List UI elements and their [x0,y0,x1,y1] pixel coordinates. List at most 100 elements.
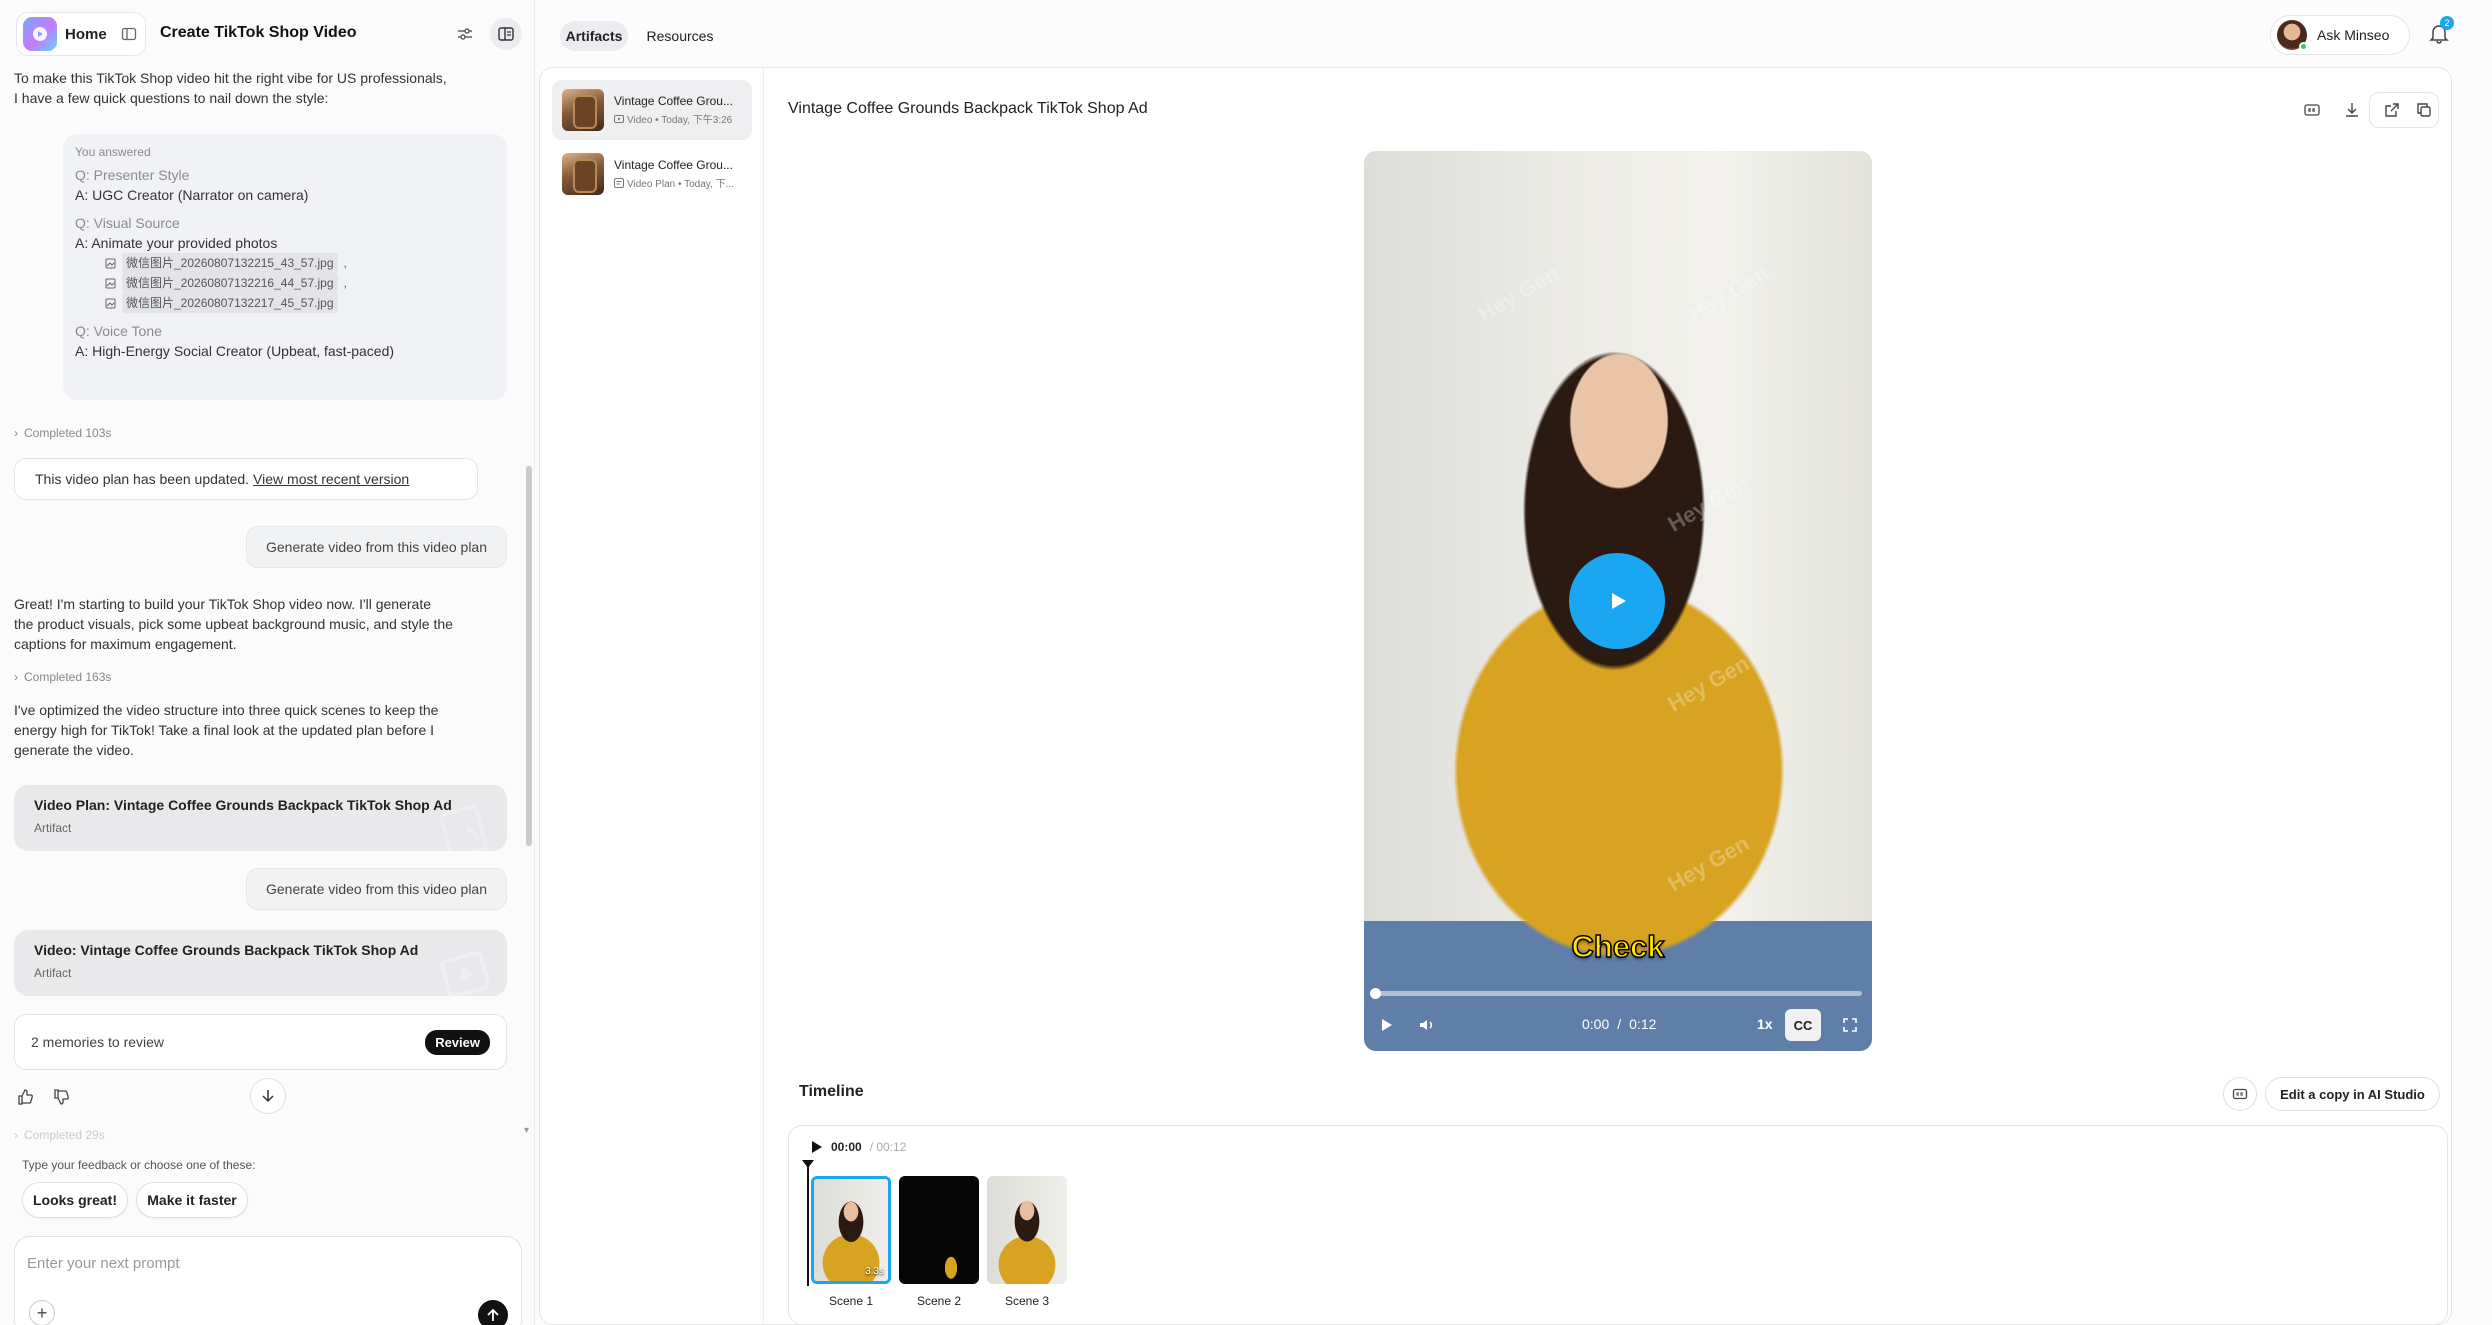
thumbs-up-icon[interactable] [16,1088,34,1106]
question-1: Q: Presenter Style [75,167,190,183]
fullscreen-icon[interactable] [1842,1017,1858,1033]
small-play-icon[interactable] [1380,1017,1394,1033]
user-message: Generate video from this video plan [246,526,507,568]
progress-knob[interactable] [1370,988,1381,999]
backpack-thumbnail [562,153,604,195]
ask-user-button[interactable]: Ask Minseo [2270,15,2410,55]
artifact-title: Vintage Coffee Grounds Backpack TikTok S… [788,100,1148,117]
scroll-down-button[interactable] [250,1078,286,1114]
artifact-card-video-plan[interactable]: Video Plan: Vintage Coffee Grounds Backp… [14,785,507,851]
sidebar-toggle-icon[interactable] [121,26,137,42]
scene-thumbnail[interactable]: 3.3s [811,1176,891,1284]
captions-toggle-icon[interactable] [2296,94,2328,126]
ask-label: Ask Minseo [2317,27,2390,43]
image-file-icon [105,258,116,269]
panel-layout-icon[interactable] [490,18,522,50]
scene-label: Scene 2 [916,1294,962,1308]
image-file-icon [105,298,116,309]
prompt-input[interactable] [27,1255,467,1272]
user-message: Generate video from this video plan [246,868,507,910]
scene-thumbnail[interactable] [899,1176,979,1284]
view-recent-version-link[interactable]: View most recent version [253,471,409,487]
timeline-total-time: / 00:12 [869,1140,907,1154]
artifact-list-item[interactable]: Vintage Coffee Grou... Video Plan • Toda… [552,144,752,204]
video-controls: 0:00 / 0:12 1x CC [1364,1001,1872,1051]
avatar [2277,20,2308,51]
current-time: 0:00 [1582,1016,1610,1032]
assistant-reply: Great! I'm starting to build your TikTok… [14,596,453,652]
artifact-item-meta: Video Plan • Today, 下... [627,179,734,190]
play-icon [1603,587,1631,615]
file-name: 微信图片_20260807132216_44_57.jpg [122,273,338,293]
scene-label: Scene 3 [1004,1294,1050,1308]
thumbs-down-icon[interactable] [52,1088,70,1106]
play-button[interactable] [1569,553,1665,649]
home-label: Home [65,25,107,43]
scene-image [899,1176,979,1284]
review-button[interactable]: Review [425,1029,490,1055]
artifact-card-video[interactable]: Video: Vintage Coffee Grounds Backpack T… [14,930,507,996]
completed-toggle[interactable]: › Completed 103s [14,426,111,440]
video-plan-icon [614,177,624,188]
completed-label: Completed 163s [24,670,112,684]
chevron-right-icon: › [14,1128,18,1142]
file-name: 微信图片_20260807132217_45_57.jpg [122,293,338,313]
edit-in-ai-studio-button[interactable]: Edit a copy in AI Studio [2265,1077,2440,1111]
file-name: 微信图片_20260807132215_43_57.jpg [122,253,338,273]
chat-scrollbar[interactable] [526,466,532,846]
file-separator: , [343,256,347,270]
answer-1: A: UGC Creator (Narrator on camera) [75,187,309,203]
file-item[interactable]: 微信图片_20260807132217_45_57.jpg [75,293,495,313]
open-external-icon[interactable] [2376,94,2408,126]
chat-panel: Home Create TikTok Shop Video To make th… [0,0,535,1325]
timeline-play-icon[interactable] [811,1140,823,1154]
answers-header: You answered [75,145,151,159]
video-watermark: Hey Gen [1663,830,1754,897]
answer-2: A: Animate your provided photos [75,235,278,251]
tab-resources[interactable]: Resources [640,21,720,51]
closed-captions-button[interactable]: CC [1785,1009,1821,1041]
artifact-title: Video Plan: Vintage Coffee Grounds Backp… [34,797,452,813]
answer-3: A: High-Energy Social Creator (Upbeat, f… [75,343,395,359]
arrow-down-icon [261,1089,275,1103]
assistant-reply: I've optimized the video structure into … [14,702,439,758]
file-item[interactable]: 微信图片_20260807132215_43_57.jpg , [75,253,495,273]
add-attachment-icon[interactable]: + [29,1300,55,1325]
artifact-list: Vintage Coffee Grou... Video • Today, 下午… [540,68,764,1324]
video-icon [614,114,624,124]
assistant-intro: To make this TikTok Shop video hit the r… [14,70,447,106]
image-file-icon [105,278,116,289]
scene-duration: 3.3s [865,1266,884,1277]
video-player[interactable]: Hey Gen Hey Gen Hey Gen Hey Gen Hey Gen … [1364,151,1872,1051]
make-it-faster-chip[interactable]: Make it faster [136,1182,248,1218]
subtitles-button[interactable] [2223,1077,2257,1111]
app-logo-icon [23,17,57,51]
scroll-down-arrow-icon[interactable]: ▾ [524,1125,529,1136]
playback-speed[interactable]: 1x [1757,1016,1773,1032]
send-button[interactable] [478,1300,508,1325]
question-2: Q: Visual Source [75,215,180,231]
timeline-playhead[interactable] [802,1160,814,1286]
plan-watermark-icon [437,799,497,851]
artifact-list-item[interactable]: Vintage Coffee Grou... Video • Today, 下午… [552,80,752,140]
completed-toggle-faded[interactable]: › Completed 29s [14,1128,105,1142]
scene-thumbnail[interactable] [987,1176,1067,1284]
volume-icon[interactable] [1418,1016,1436,1034]
completed-toggle[interactable]: › Completed 163s [14,670,111,684]
looks-great-chip[interactable]: Looks great! [22,1182,128,1218]
video-caption: Check [1571,928,1666,965]
download-icon[interactable] [2336,94,2368,126]
copy-icon[interactable] [2408,94,2440,126]
file-separator: , [343,276,347,290]
settings-sliders-icon[interactable] [449,18,481,50]
notification-badge: 2 [2440,16,2454,30]
video-progress-bar[interactable] [1370,988,1862,999]
notifications-button[interactable]: 2 [2428,16,2454,44]
duration: 0:12 [1629,1016,1657,1032]
tab-artifacts[interactable]: Artifacts [560,21,628,51]
artifact-subtitle: Artifact [34,966,72,980]
feedback-hint: Type your feedback or choose one of thes… [22,1158,256,1172]
artifact-item-title: Vintage Coffee Grou... [614,158,733,172]
file-item[interactable]: 微信图片_20260807132216_44_57.jpg , [75,273,495,293]
home-button[interactable]: Home [16,12,146,56]
